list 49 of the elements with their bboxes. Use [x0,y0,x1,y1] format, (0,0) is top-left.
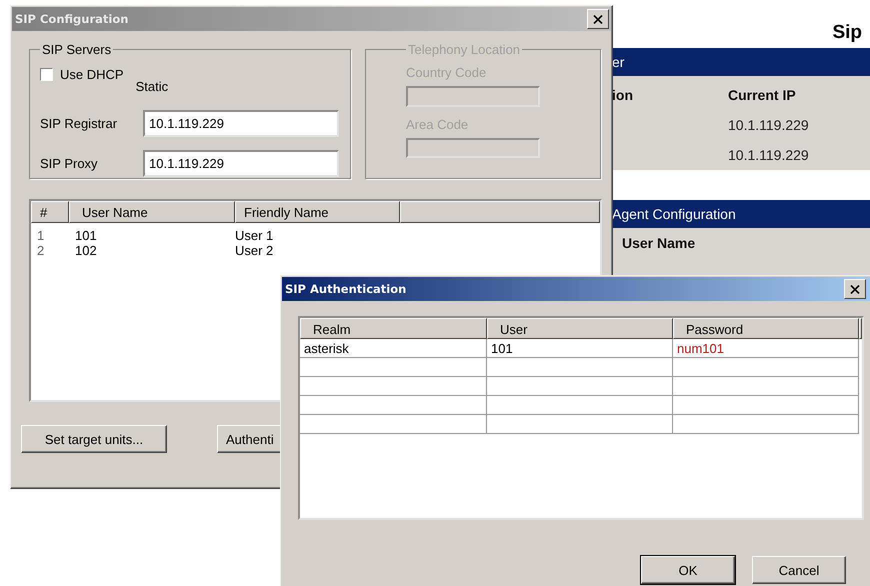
column-header[interactable]: Realm [300,318,487,339]
list-cell[interactable]: User 1 [235,228,274,243]
table-cell[interactable] [673,377,859,396]
column-header[interactable]: User [487,318,673,339]
set-target-units-button[interactable]: Set target units... [21,425,167,453]
table-cell[interactable]: 101 [487,339,673,358]
close-icon [850,284,860,294]
table-cell[interactable]: asterisk [300,339,487,358]
table-cell[interactable] [300,415,487,434]
static-label: Static [136,79,168,94]
ip-text: 10.1.119.229 [728,117,809,133]
proxy-field[interactable]: 10.1.119.229 [143,150,339,176]
list-cell[interactable]: 102 [57,243,235,258]
column-header: ion [612,87,634,103]
page-title: Sip [832,22,862,44]
checkbox[interactable] [40,68,53,81]
ok-button[interactable]: OK [641,556,735,584]
row-number: 2 [36,243,46,258]
table-cell[interactable] [487,377,673,396]
registrar-field[interactable]: 10.1.119.229 [143,110,339,136]
column-header[interactable]: Password [673,318,859,339]
table-cell[interactable] [487,396,673,415]
list-cell[interactable]: 101 [57,228,235,243]
window-title: SIP Configuration [15,12,128,26]
close-button[interactable] [844,279,866,299]
list-cell[interactable]: User 2 [235,243,274,258]
checkbox-label: Use DHCP [60,67,124,82]
close-icon [593,14,603,24]
table-cell[interactable] [300,396,487,415]
column-header: User Name [622,235,696,251]
column-header[interactable]: User Name [69,201,235,223]
table-cell[interactable] [487,415,673,434]
cancel-button[interactable]: Cancel [752,556,846,584]
table-cell[interactable] [673,396,859,415]
column-header: Current IP [728,87,796,103]
window-title: SIP Authentication [285,282,406,296]
table-cell[interactable] [300,358,487,377]
table-cell[interactable] [300,377,487,396]
table-cell[interactable] [673,358,859,377]
field-label: SIP Proxy [40,156,99,170]
field-label: SIP Registrar [40,116,118,130]
table-cell[interactable] [673,415,859,434]
row-number: 1 [36,228,46,243]
ip-text: 10.1.119.229 [728,147,809,163]
column-header[interactable]: # [31,201,69,223]
column-header[interactable]: Friendly Name [235,201,400,223]
table-cell[interactable] [487,358,673,377]
table-cell[interactable]: num101 [673,339,859,358]
group-label: SIP Servers [41,42,112,57]
